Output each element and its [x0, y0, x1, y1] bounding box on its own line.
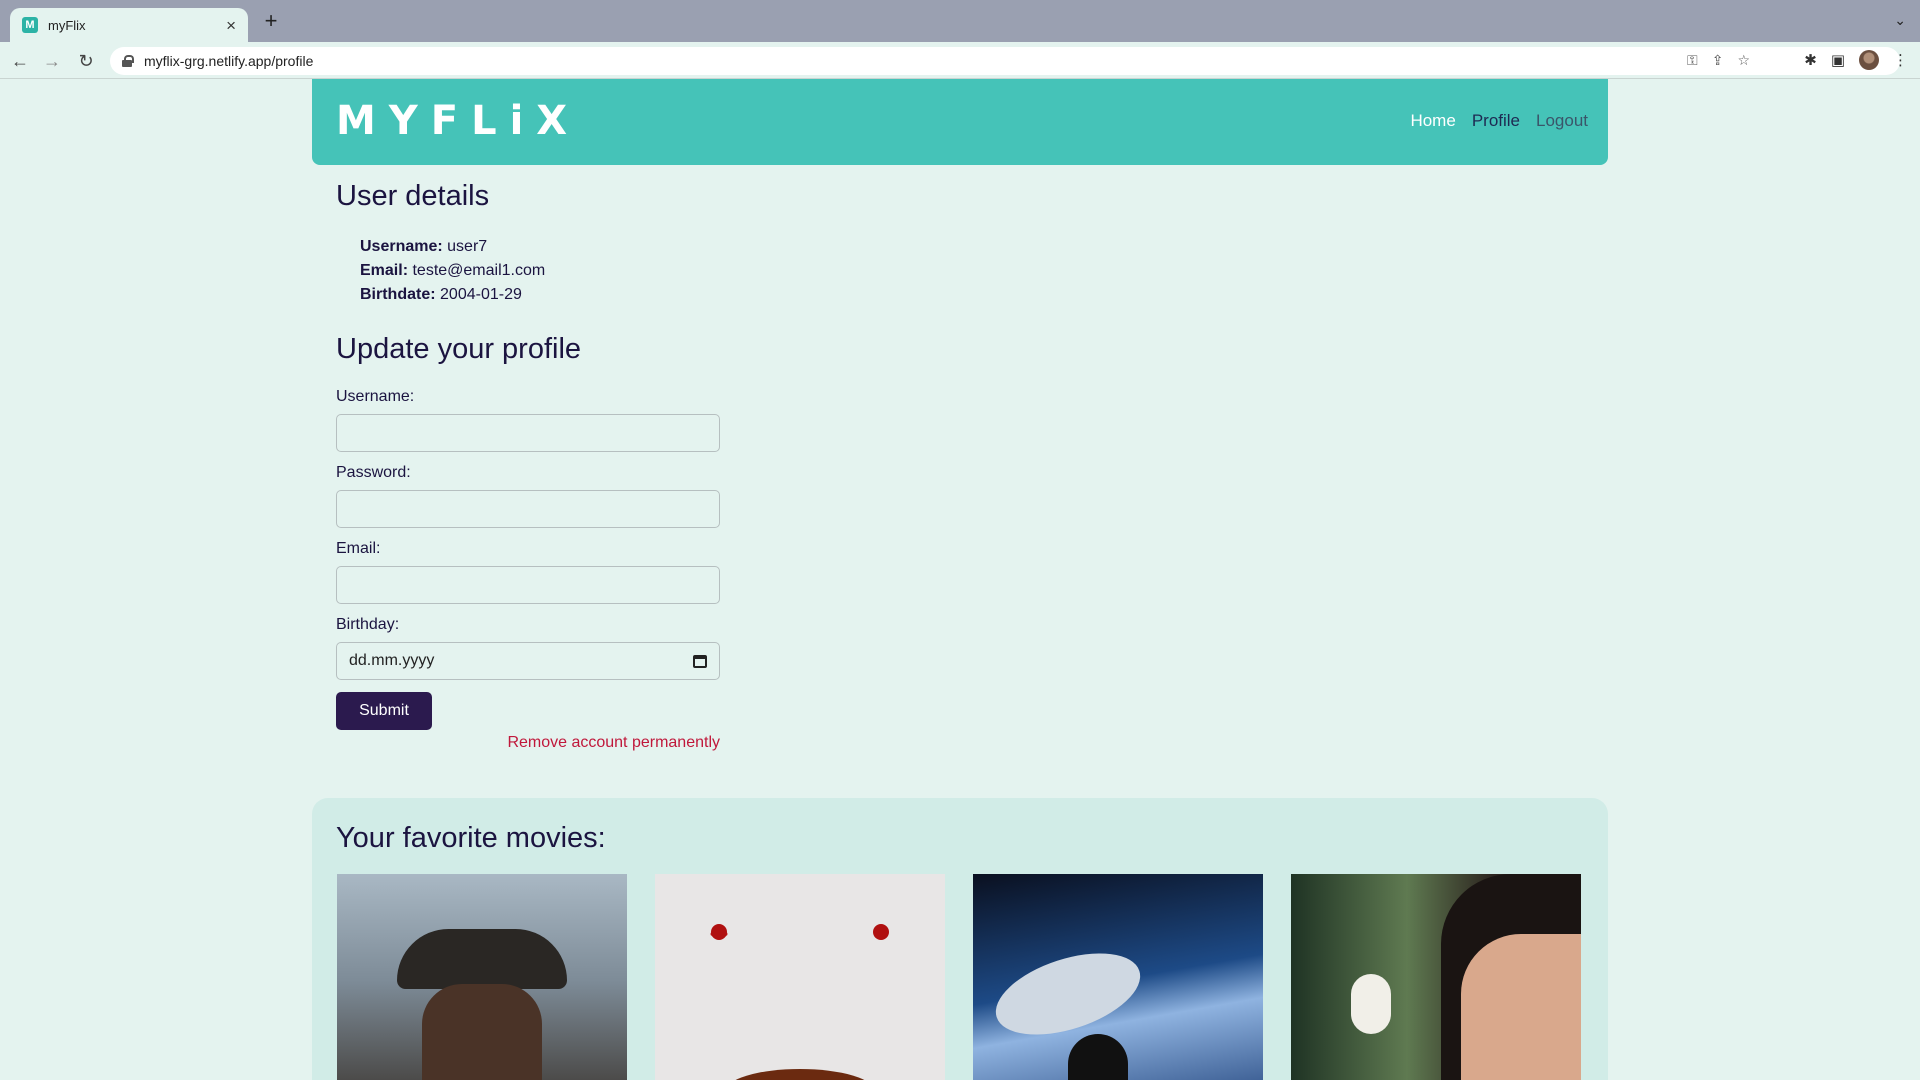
new-tab-icon[interactable]: +: [260, 10, 282, 32]
user-details-title: User details: [336, 180, 490, 212]
birthday-placeholder: dd.mm.yyyy: [349, 652, 435, 669]
remove-account-link[interactable]: Remove account permanently: [336, 734, 720, 752]
satellite-dish-shape: [985, 937, 1151, 1051]
key-icon[interactable]: ⚿: [1687, 52, 1698, 69]
tab-search-icon[interactable]: ⌄: [1894, 12, 1906, 29]
nav-profile-link[interactable]: Profile: [1472, 111, 1520, 131]
username-label: Username:: [336, 388, 415, 405]
bookmark-star-icon[interactable]: ☆: [1737, 52, 1750, 69]
email-detail-label: Email:: [360, 262, 409, 279]
email-detail: Email: teste@email1.com: [360, 259, 1136, 283]
user-details-list: Username: user7 Email: teste@email1.com …: [360, 235, 1136, 307]
share-icon[interactable]: ⇪: [1712, 52, 1724, 69]
birthday-date-input[interactable]: dd.mm.yyyy: [336, 642, 720, 680]
email-detail-value: teste@email1.com: [412, 262, 546, 279]
submit-button[interactable]: Submit: [336, 692, 432, 730]
update-profile-form: Username: Password: Email: Birthday: dd.…: [336, 388, 720, 752]
extensions-icon[interactable]: ✱: [1804, 51, 1817, 69]
username-input[interactable]: [336, 414, 720, 452]
username-detail-label: Username:: [360, 238, 443, 255]
calendar-icon[interactable]: [693, 654, 707, 668]
birthdate-detail: Birthdate: 2004-01-29: [360, 283, 1136, 307]
profile-content: User details Username: user7 Email: test…: [336, 180, 1136, 752]
bride-shape: [1351, 974, 1391, 1034]
username-detail-value: user7: [447, 238, 488, 255]
face-shape: [1461, 934, 1581, 1080]
left-eye-shape: [711, 924, 727, 940]
myflix-logo[interactable]: MYFLiX: [336, 99, 580, 143]
close-tab-icon[interactable]: ×: [226, 17, 236, 34]
update-profile-title: Update your profile: [336, 333, 582, 365]
nav-home-link[interactable]: Home: [1410, 111, 1455, 131]
email-input[interactable]: [336, 566, 720, 604]
menu-icon[interactable]: ⋮: [1893, 51, 1908, 69]
browser-tab[interactable]: M myFlix ×: [10, 8, 248, 42]
movie-card[interactable]: [655, 874, 945, 1080]
password-input[interactable]: [336, 490, 720, 528]
movie-card[interactable]: [973, 874, 1263, 1080]
address-bar[interactable]: myflix-grg.netlify.app/profile ⚿ ⇪ ☆: [110, 47, 1900, 75]
email-label: Email:: [336, 540, 381, 557]
forward-icon[interactable]: →: [40, 49, 64, 73]
favorite-movies-title: Your favorite movies:: [336, 822, 606, 854]
birthday-label: Birthday:: [336, 616, 400, 633]
password-label: Password:: [336, 464, 411, 481]
right-eye-shape: [873, 924, 889, 940]
moth-shape: [725, 1069, 875, 1080]
movie-card[interactable]: [1291, 874, 1581, 1080]
figure-shape: [1068, 1034, 1128, 1080]
nav-links: Home Profile Logout: [1410, 111, 1588, 131]
lock-icon[interactable]: [122, 55, 134, 67]
reload-icon[interactable]: ↻: [74, 49, 98, 73]
site-navbar: MYFLiX Home Profile Logout: [312, 79, 1608, 165]
browser-tab-bar: M myFlix × + ⌄: [0, 0, 1920, 42]
username-detail: Username: user7: [360, 235, 1136, 259]
tab-title: myFlix: [48, 17, 86, 33]
pilot-cap-shape: [397, 929, 567, 989]
face-shape: [422, 984, 542, 1080]
birthdate-detail-value: 2004-01-29: [440, 286, 522, 303]
browser-toolbar: ← → ↻ myflix-grg.netlify.app/profile ⚿ ⇪…: [0, 42, 1920, 79]
movie-card[interactable]: [337, 874, 627, 1080]
birthdate-detail-label: Birthdate:: [360, 286, 436, 303]
nav-logout-link[interactable]: Logout: [1536, 111, 1588, 131]
favicon-icon: M: [22, 17, 38, 33]
favorite-movies-panel: Your favorite movies:: [312, 798, 1608, 1080]
profile-avatar[interactable]: [1859, 50, 1879, 70]
side-panel-icon[interactable]: ▣: [1831, 51, 1845, 69]
back-icon[interactable]: ←: [8, 49, 32, 73]
url-text[interactable]: myflix-grg.netlify.app/profile: [144, 53, 313, 69]
